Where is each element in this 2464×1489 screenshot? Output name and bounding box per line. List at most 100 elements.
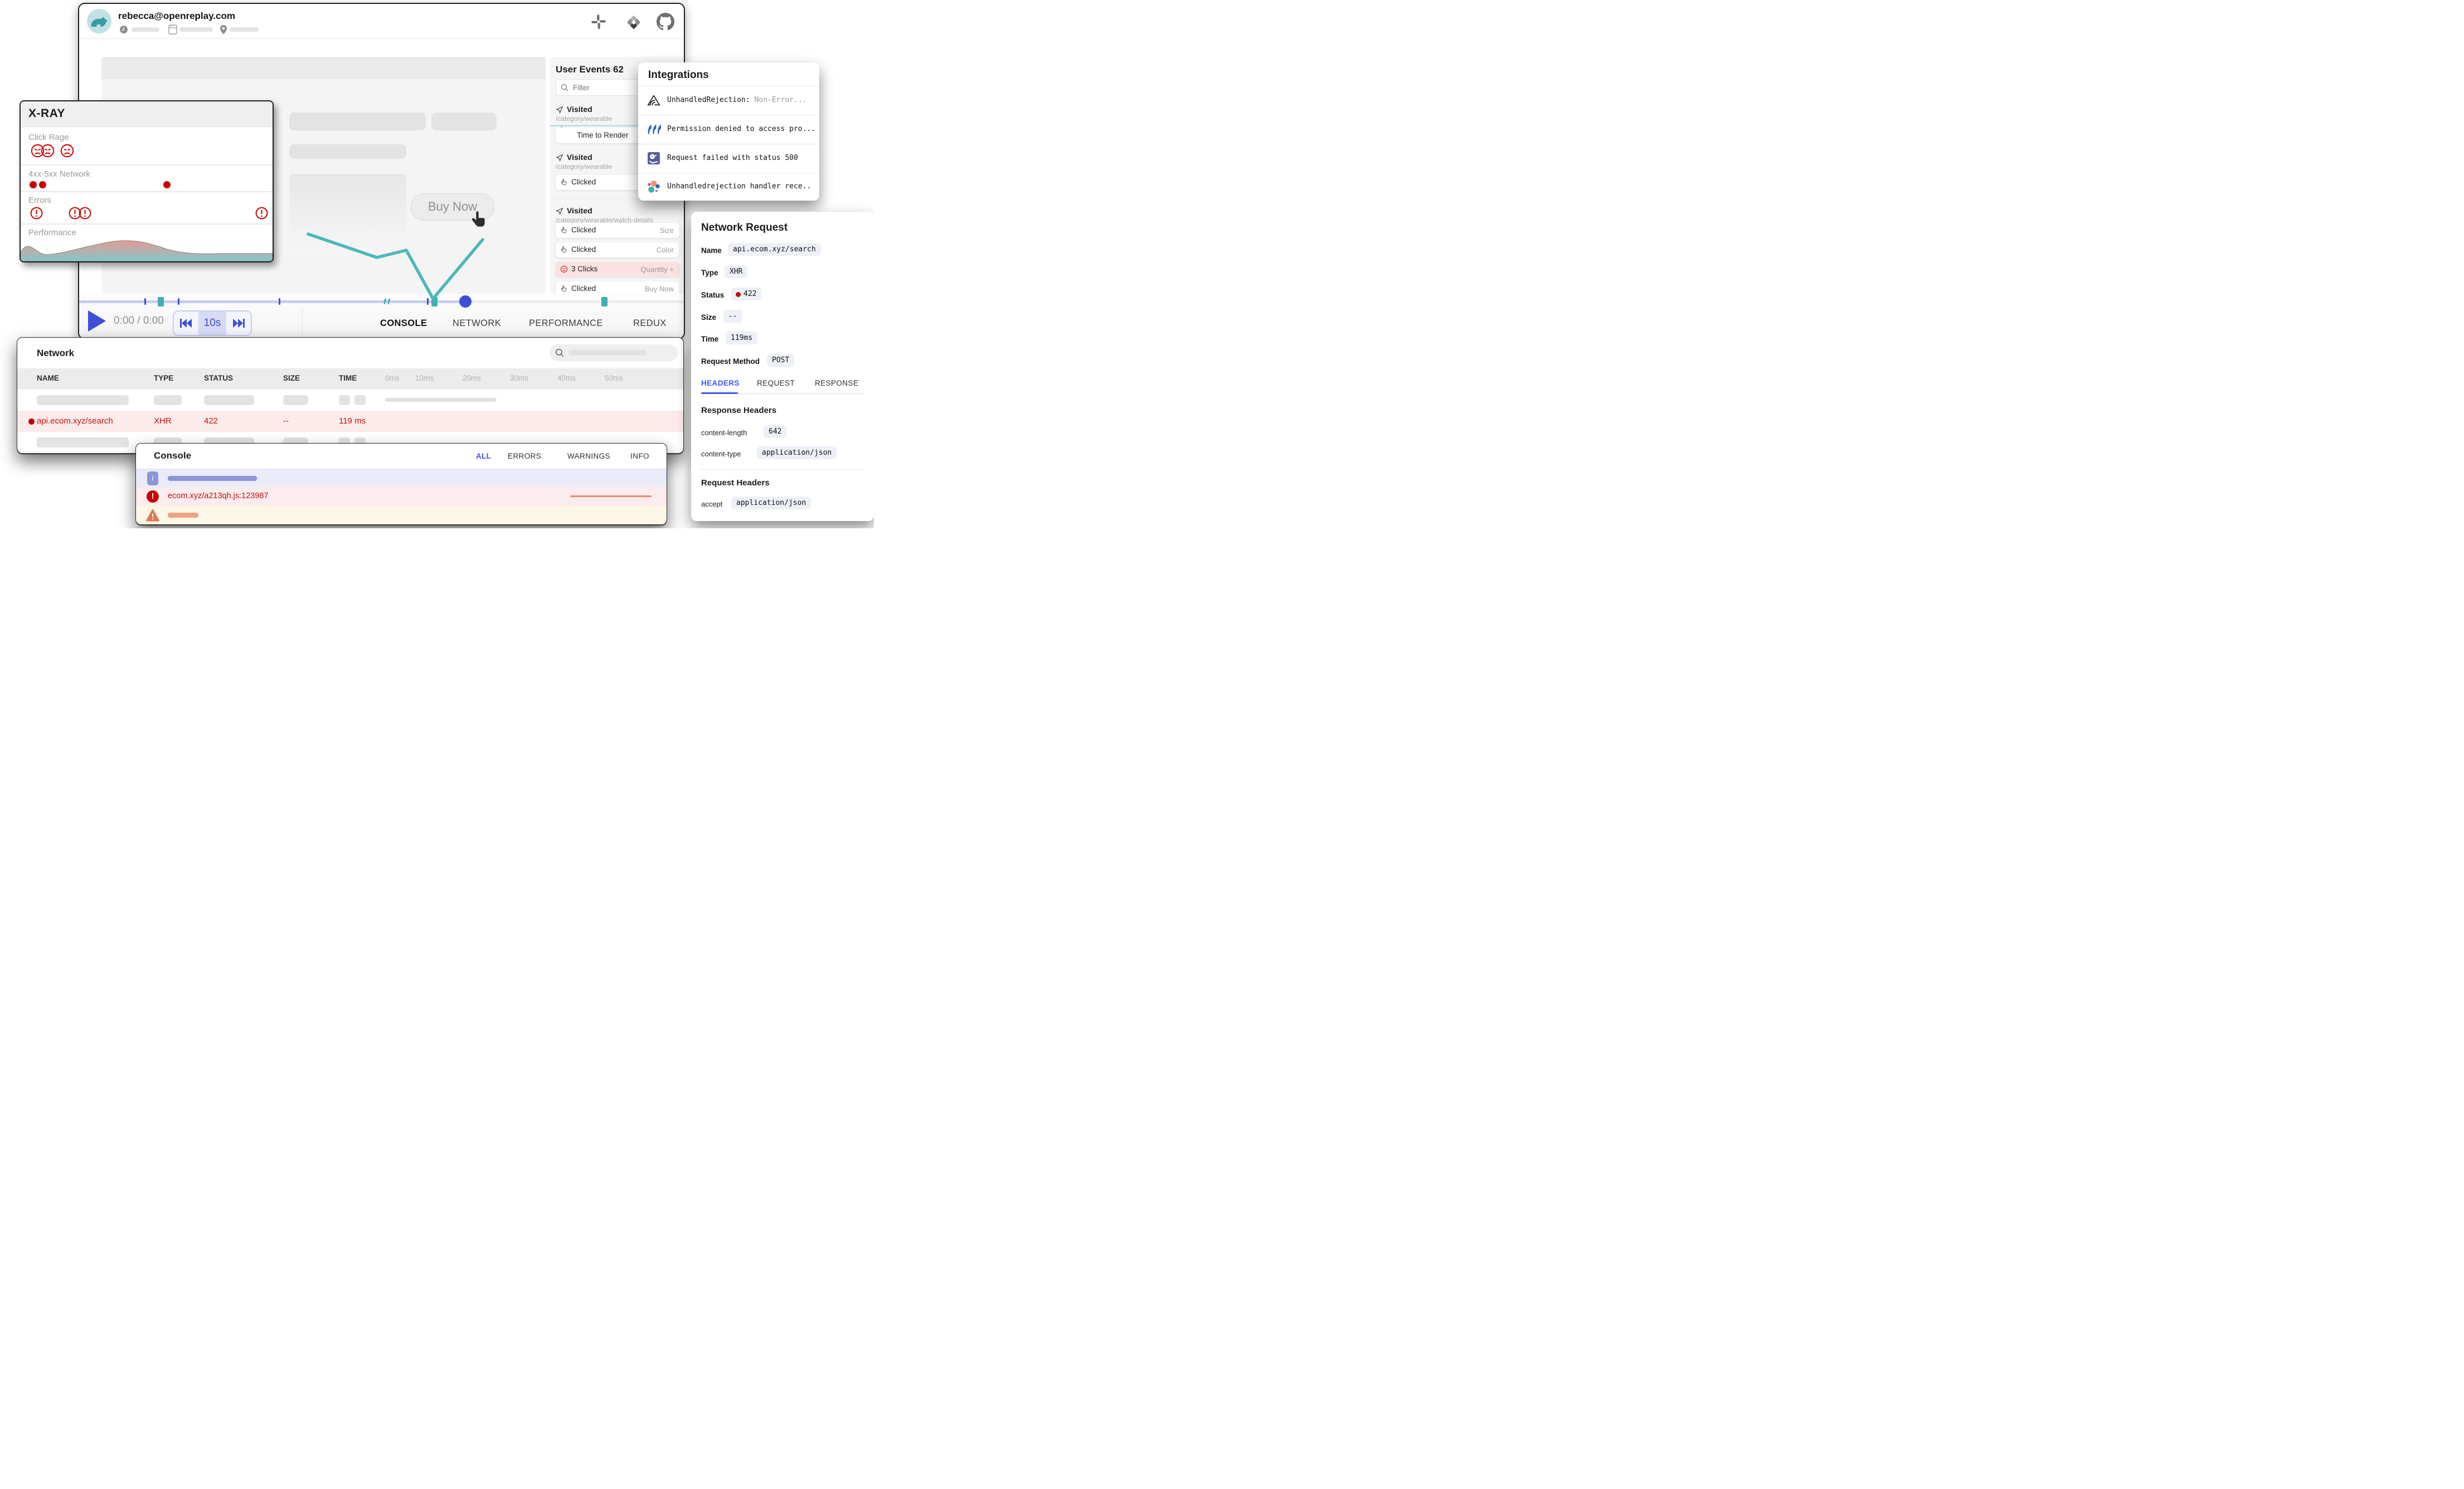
xray-network-label: 4xx-5xx Network — [28, 169, 90, 179]
divider — [21, 191, 273, 192]
nr-tab-response[interactable]: RESPONSE — [815, 379, 858, 387]
skeleton-bar — [289, 144, 406, 159]
timeline-event-tick[interactable] — [144, 298, 146, 305]
col-status[interactable]: STATUS — [204, 374, 233, 382]
skeleton-bar — [431, 113, 497, 130]
console-row-warning[interactable] — [136, 506, 667, 524]
field-method-value: POST — [767, 354, 794, 367]
skeleton-bar — [230, 27, 259, 32]
timeline-event-tick[interactable] — [178, 298, 179, 305]
xray-performance-label: Performance — [28, 228, 76, 237]
event-label[interactable]: Visited — [567, 206, 592, 215]
field-method-label: Request Method — [701, 357, 760, 366]
event-label: Clicked — [571, 284, 596, 293]
console-tab-errors[interactable]: ERRORS — [508, 452, 541, 460]
timeline-event-tick[interactable] — [427, 298, 429, 305]
network-row-skeleton[interactable] — [17, 390, 683, 411]
network-row-error[interactable]: api.ecom.xyz/search XHR 422 -- 119 ms — [17, 411, 683, 432]
event-label[interactable]: Visited — [567, 153, 592, 162]
elastic-icon — [647, 180, 661, 194]
visited-icon — [556, 106, 563, 114]
skip-back-button[interactable] — [174, 312, 198, 335]
info-icon: i — [147, 471, 158, 485]
event-label: Time to Render — [577, 131, 629, 139]
clock-icon — [119, 25, 128, 34]
status-code: 422 — [743, 290, 756, 298]
console-row-error[interactable]: ! ecom.xyz/a213qh.js:123987 — [136, 487, 667, 506]
stage: rebecca@openreplay.com — [0, 0, 874, 528]
request-time: 119 ms — [339, 416, 366, 426]
event-label[interactable]: Visited — [567, 105, 592, 114]
divider — [302, 308, 303, 337]
event-card-clicked[interactable]: Clicked Size — [556, 223, 679, 238]
rhino-icon — [90, 16, 108, 28]
user-events-count: 62 — [613, 64, 624, 75]
tab-network[interactable]: NETWORK — [453, 318, 501, 329]
col-name[interactable]: NAME — [37, 374, 59, 382]
clicked-icon — [560, 178, 567, 186]
github-icon[interactable] — [657, 13, 674, 31]
integration-row[interactable]: Request failed with status 500 — [638, 144, 819, 173]
slack-icon[interactable] — [591, 14, 606, 30]
warning-icon — [146, 509, 159, 522]
col-size[interactable]: SIZE — [283, 374, 300, 382]
skeleton-bar — [339, 395, 350, 405]
col-time[interactable]: TIME — [339, 374, 357, 382]
console-tab-info[interactable]: INFO — [630, 452, 649, 460]
nr-tab-headers[interactable]: HEADERS — [701, 379, 740, 387]
search-icon — [561, 84, 568, 91]
jira-icon[interactable] — [625, 14, 642, 31]
playhead[interactable] — [459, 295, 472, 308]
skeleton-bar — [283, 395, 308, 405]
search-icon — [555, 348, 564, 357]
nr-tab-request[interactable]: REQUEST — [757, 379, 795, 387]
timeline-page-marker[interactable] — [601, 297, 608, 306]
field-name-label: Name — [701, 246, 722, 255]
tab-performance[interactable]: PERFORMANCE — [529, 318, 603, 329]
divider — [21, 223, 273, 225]
event-label: Clicked — [571, 226, 596, 234]
field-type-label: Type — [701, 269, 718, 277]
skeleton-bar — [179, 27, 213, 32]
skip-interval[interactable]: 10s — [198, 312, 226, 335]
network-request-panel: Network Request Name api.ecom.xyz/search… — [691, 212, 874, 521]
integration-row[interactable]: Unhandledrejection handler rece.. — [638, 173, 819, 201]
divider — [701, 469, 864, 470]
console-tab-all[interactable]: ALL — [476, 452, 491, 460]
request-type: XHR — [154, 416, 172, 426]
console-row-info[interactable]: i — [136, 469, 667, 488]
event-card-clicked[interactable]: Clicked Color — [556, 242, 679, 257]
tab-redux[interactable]: REDUX — [633, 318, 667, 329]
event-label: Clicked — [571, 245, 596, 254]
visited-icon — [556, 154, 563, 162]
timeline-quote-marker[interactable] — [383, 298, 392, 305]
accept-label: accept — [701, 500, 722, 508]
integration-error-primary: UnhandledRejection: — [667, 96, 750, 104]
error-icon — [255, 206, 269, 220]
col-type[interactable]: TYPE — [154, 374, 173, 382]
integration-row[interactable]: Permission denied to access pro... — [638, 115, 819, 144]
timeline-page-marker[interactable] — [431, 297, 438, 306]
timeline-page-marker[interactable] — [158, 297, 164, 306]
content-length-label: content-length — [701, 429, 747, 437]
play-button[interactable] — [87, 309, 107, 333]
event-card-rage-clicks[interactable]: 3 Clicks Quantity + — [556, 262, 679, 277]
integration-row[interactable]: UnhandledRejection: Non-Error... — [638, 86, 819, 115]
console-tab-warnings[interactable]: WARNINGS — [567, 452, 610, 460]
field-name-value: api.ecom.xyz/search — [728, 243, 821, 256]
network-search[interactable] — [550, 344, 678, 361]
field-type-value: XHR — [725, 265, 747, 278]
skeleton-bar — [289, 113, 426, 130]
accept-value: application/json — [731, 497, 811, 509]
timeline-event-tick[interactable] — [279, 298, 280, 305]
location-pin-icon — [220, 25, 227, 35]
skip-forward-button[interactable] — [226, 312, 251, 335]
error-icon: ! — [147, 490, 159, 503]
skeleton-bar — [37, 395, 129, 405]
network-table-header: NAME TYPE STATUS SIZE TIME 0ms 10ms 20ms… — [17, 368, 683, 390]
timeline-scrubber[interactable] — [79, 300, 684, 303]
tab-console[interactable]: CONSOLE — [380, 318, 427, 329]
request-headers-title: Request Headers — [701, 478, 770, 488]
network-error-dot — [163, 181, 171, 188]
xray-title: X-RAY — [28, 107, 65, 120]
